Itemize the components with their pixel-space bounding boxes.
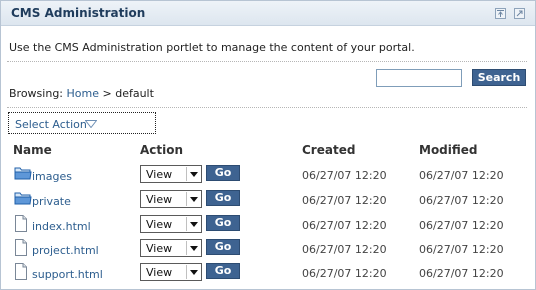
action-select-value: View — [146, 266, 173, 279]
breadcrumb-home-link[interactable]: Home — [67, 87, 99, 100]
search-input[interactable] — [376, 69, 462, 87]
file-link-private[interactable]: private — [32, 195, 71, 208]
maximize-icon[interactable] — [514, 8, 525, 19]
go-button[interactable]: Go — [206, 239, 240, 255]
created-date: 06/27/07 12:20 — [302, 219, 387, 232]
file-icon — [14, 263, 28, 283]
folder-icon — [14, 190, 32, 209]
select-action-label: Select Action — [15, 118, 87, 131]
table-row: project.html View Go 06/27/07 12:20 06/2… — [1, 238, 535, 262]
go-button[interactable]: Go — [206, 215, 240, 231]
chevron-down-icon — [186, 241, 200, 255]
chevron-down-icon — [186, 265, 200, 279]
divider — [7, 107, 527, 108]
file-link-project[interactable]: project.html — [32, 244, 99, 257]
chevron-down-icon — [186, 167, 200, 181]
go-button[interactable]: Go — [206, 165, 240, 181]
created-date: 06/27/07 12:20 — [302, 267, 387, 280]
chevron-down-icon — [186, 217, 200, 231]
breadcrumb-prefix: Browsing: — [9, 87, 64, 100]
select-action-dropdown[interactable]: Select Action — [8, 112, 156, 134]
breadcrumb-current: default — [115, 87, 154, 100]
intro-text: Use the CMS Administration portlet to ma… — [9, 41, 415, 54]
chevron-down-icon — [186, 192, 200, 206]
action-select-value: View — [146, 218, 173, 231]
go-button[interactable]: Go — [206, 263, 240, 279]
column-header-name: Name — [13, 143, 52, 157]
action-select-value: View — [146, 193, 173, 206]
modified-date: 06/27/07 12:20 — [419, 194, 504, 207]
file-icon — [14, 215, 28, 235]
search-button[interactable]: Search — [472, 69, 526, 86]
table-row: private View Go 06/27/07 12:20 06/27/07 … — [1, 189, 535, 213]
triangle-down-icon — [85, 120, 97, 128]
file-link-images[interactable]: images — [32, 170, 72, 183]
column-header-modified: Modified — [419, 143, 478, 157]
cms-admin-portlet: CMS Administration Use the CMS Administr… — [0, 0, 536, 290]
modified-date: 06/27/07 12:20 — [419, 219, 504, 232]
file-link-index[interactable]: index.html — [32, 220, 91, 233]
file-icon — [14, 239, 28, 259]
portlet-titlebar: CMS Administration — [1, 1, 535, 26]
file-link-support[interactable]: support.html — [32, 268, 103, 281]
action-select-value: View — [146, 168, 173, 181]
divider — [7, 61, 527, 62]
column-header-action: Action — [140, 143, 184, 157]
action-select[interactable]: View — [140, 165, 202, 183]
action-select[interactable]: View — [140, 215, 202, 233]
modified-date: 06/27/07 12:20 — [419, 169, 504, 182]
action-select-value: View — [146, 242, 173, 255]
modified-date: 06/27/07 12:20 — [419, 267, 504, 280]
portlet-title: CMS Administration — [11, 6, 146, 20]
created-date: 06/27/07 12:20 — [302, 243, 387, 256]
column-header-created: Created — [302, 143, 356, 157]
folder-icon — [14, 165, 32, 184]
table-row: support.html View Go 06/27/07 12:20 06/2… — [1, 262, 535, 286]
breadcrumb: Browsing: Home > default — [9, 87, 154, 100]
modified-date: 06/27/07 12:20 — [419, 243, 504, 256]
table-row: index.html View Go 06/27/07 12:20 06/27/… — [1, 214, 535, 238]
created-date: 06/27/07 12:20 — [302, 194, 387, 207]
breadcrumb-separator: > — [102, 87, 112, 100]
minimize-icon[interactable] — [495, 8, 506, 19]
action-select[interactable]: View — [140, 190, 202, 208]
action-select[interactable]: View — [140, 239, 202, 257]
table-row: images View Go 06/27/07 12:20 06/27/07 1… — [1, 164, 535, 188]
go-button[interactable]: Go — [206, 190, 240, 206]
created-date: 06/27/07 12:20 — [302, 169, 387, 182]
action-select[interactable]: View — [140, 263, 202, 281]
